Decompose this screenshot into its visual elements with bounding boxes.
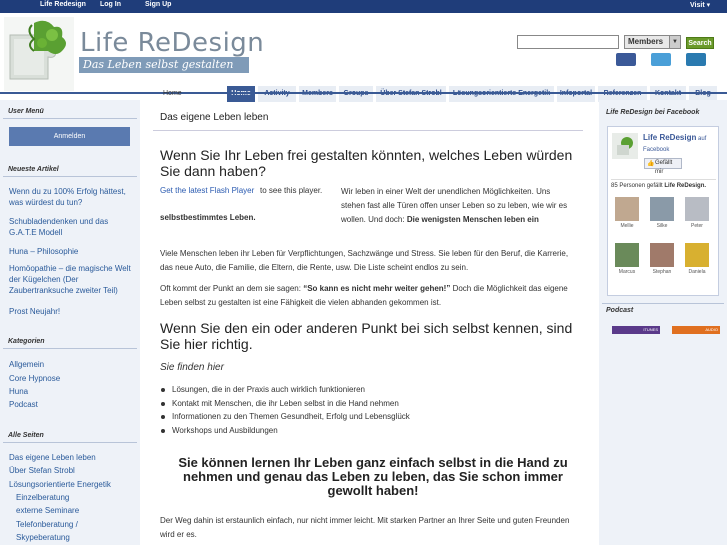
right-sidebar: Life ReDesign bei Facebook Life ReDesign…	[599, 100, 727, 545]
bullet-icon	[161, 401, 165, 406]
xing-icon[interactable]	[686, 53, 706, 66]
facebook-fan-count-text: 85 Personen gefällt	[611, 183, 665, 189]
recent-article-link[interactable]: Schubladendenken und das G.A.T.E Modell	[9, 216, 134, 238]
facebook-page-name[interactable]: Life ReDesign auf Facebook	[643, 133, 718, 155]
category-link[interactable]: Core Hypnose	[9, 373, 134, 384]
fan-name[interactable]: Mellie	[612, 223, 642, 229]
list-item: Lösungen, die in der Praxis auch wirklic…	[161, 385, 365, 394]
category-link[interactable]: Huna	[9, 386, 134, 397]
linkedin-icon[interactable]	[651, 53, 671, 66]
left-sidebar: User Menü Anmelden Neueste Artikel Wenn …	[0, 100, 140, 545]
list-item-text: Kontakt mit Menschen, die ihr Leben selb…	[172, 399, 399, 408]
recent-article-link[interactable]: Wenn du zu 100% Erfolg hättest, was würd…	[9, 186, 134, 208]
facebook-widget-heading: Life ReDesign bei Facebook	[606, 109, 700, 116]
facebook-like-button[interactable]: 👍 Gefällt mir	[644, 158, 682, 175]
highlight-quote: Sie können lernen Ihr Leben ganz einfach…	[178, 455, 568, 498]
intro-paragraph: Wir leben in einer Welt der unendlichen …	[341, 185, 571, 227]
intro-emphasis: Die wenigsten Menschen leben ein	[406, 215, 539, 224]
podcast-heading: Podcast	[606, 307, 634, 314]
main-heading: Wenn Sie Ihr Leben frei gestalten könnte…	[160, 147, 573, 179]
fan-avatar[interactable]	[685, 243, 709, 267]
fan-name[interactable]: Silke	[647, 223, 677, 229]
search-scope-select[interactable]: Members ▼	[624, 35, 681, 49]
fan-avatar[interactable]	[650, 197, 674, 221]
fan-name[interactable]: Stephan	[647, 269, 677, 275]
page-link[interactable]: Telefonberatung /	[16, 519, 141, 530]
site-header: Life ReDesign Das Leben selbst gestalten…	[0, 13, 727, 102]
user-menu-heading: User Menü	[3, 105, 137, 119]
recent-article-link[interactable]: Prost Neujahr!	[9, 306, 134, 317]
admin-bar-signup-link[interactable]: Sign Up	[145, 1, 171, 8]
list-item-text: Workshops und Ausbildungen	[172, 426, 278, 435]
itunes-badge[interactable]: ITUNES	[612, 326, 660, 334]
facebook-divider	[611, 179, 716, 180]
search-scope-label: Members	[628, 37, 664, 46]
paragraph-text: Oft kommt der Punkt an dem sie sagen:	[160, 284, 304, 293]
facebook-like-label: Gefällt mir	[655, 160, 673, 175]
list-item: Informationen zu den Themen Gesundheit, …	[161, 412, 410, 421]
fan-avatar[interactable]	[615, 197, 639, 221]
thumbs-up-icon: 👍	[647, 161, 655, 167]
page-link[interactable]: Das eigene Leben leben	[9, 452, 134, 463]
closing-paragraph: Der Weg dahin ist erstaunlich einfach, n…	[160, 516, 570, 539]
sub-heading: Wenn Sie den ein oder anderen Punkt bei …	[160, 320, 573, 352]
intro-emphasis-end: selbstbestimmtes Leben.	[160, 213, 256, 222]
facebook-page-title[interactable]: Life ReDesign	[643, 133, 696, 142]
category-link[interactable]: Podcast	[9, 399, 134, 410]
recent-article-link[interactable]: Homöopathie – die magische Welt der Küge…	[9, 263, 134, 296]
fan-avatar[interactable]	[685, 197, 709, 221]
main-content: Home Das eigene Leben leben Wenn Sie Ihr…	[153, 90, 583, 545]
facebook-fan-count: 85 Personen gefällt Life ReDesign.	[611, 183, 721, 189]
bullet-icon	[161, 387, 165, 392]
bullet-icon	[161, 428, 165, 433]
breadcrumb[interactable]: Home	[163, 90, 182, 97]
list-item-text: Lösungen, die in der Praxis auch wirklic…	[172, 385, 365, 394]
fan-name[interactable]: Daniela	[682, 269, 712, 275]
paragraph: Viele Menschen leben ihr Leben für Verpf…	[160, 249, 569, 272]
admin-bar-visit-menu[interactable]: Visit ▾	[690, 1, 710, 9]
offer-intro: Sie finden hier	[160, 362, 224, 373]
admin-bar: Life Redesign Log In Sign Up Visit ▾	[0, 0, 727, 13]
page-link[interactable]: Über Stefan Strobl	[9, 465, 134, 476]
list-item-text: Informationen zu den Themen Gesundheit, …	[172, 412, 410, 421]
facebook-fan-count-page: Life ReDesign.	[664, 183, 707, 189]
fan-name[interactable]: Marcus	[612, 269, 642, 275]
page-link[interactable]: Einzelberatung	[16, 492, 141, 503]
fan-name[interactable]: Peter	[682, 223, 712, 229]
facebook-like-box: Life ReDesign auf Facebook 👍 Gefällt mir…	[607, 126, 719, 296]
recent-article-link[interactable]: Huna – Philosophie	[9, 246, 134, 257]
login-button[interactable]: Anmelden	[9, 127, 130, 146]
category-link[interactable]: Allgemein	[9, 359, 134, 370]
admin-bar-site-link[interactable]: Life Redesign	[40, 1, 86, 8]
page-title: Das eigene Leben leben	[160, 112, 269, 123]
page-link[interactable]: Skypeberatung	[16, 532, 141, 543]
facebook-icon[interactable]	[616, 53, 636, 66]
bullet-icon	[161, 414, 165, 419]
admin-bar-login-link[interactable]: Log In	[100, 1, 121, 8]
recent-articles-heading: Neueste Artikel	[3, 163, 137, 177]
search-button[interactable]: Search	[686, 37, 714, 49]
title-divider	[153, 130, 583, 131]
audio-feed-badge[interactable]: AUDIO	[672, 326, 720, 334]
paragraph: Oft kommt der Punkt an dem sie sagen: “S…	[160, 282, 580, 310]
chevron-down-icon: ▼	[669, 36, 680, 48]
categories-heading: Kategorien	[3, 335, 137, 349]
page-link[interactable]: Lösungsorientierte Energetik	[9, 479, 134, 490]
page-logo-icon[interactable]	[612, 133, 638, 159]
puzzle-logo-icon[interactable]	[4, 17, 74, 91]
paragraph-quote: “So kann es nicht mehr weiter gehen!”	[303, 284, 451, 293]
site-title[interactable]: Life ReDesign	[80, 28, 264, 58]
flash-player-note: to see this player.	[260, 186, 323, 195]
fan-avatar[interactable]	[615, 243, 639, 267]
search-input[interactable]	[517, 35, 619, 49]
site-tagline: Das Leben selbst gestalten	[79, 57, 249, 73]
flash-player-link[interactable]: Get the latest Flash Player	[160, 186, 254, 195]
list-item: Workshops und Ausbildungen	[161, 426, 278, 435]
all-pages-heading: Alle Seiten	[3, 429, 137, 443]
fan-avatar[interactable]	[650, 243, 674, 267]
list-item: Kontakt mit Menschen, die ihr Leben selb…	[161, 399, 399, 408]
page-link[interactable]: externe Seminare	[16, 505, 141, 516]
